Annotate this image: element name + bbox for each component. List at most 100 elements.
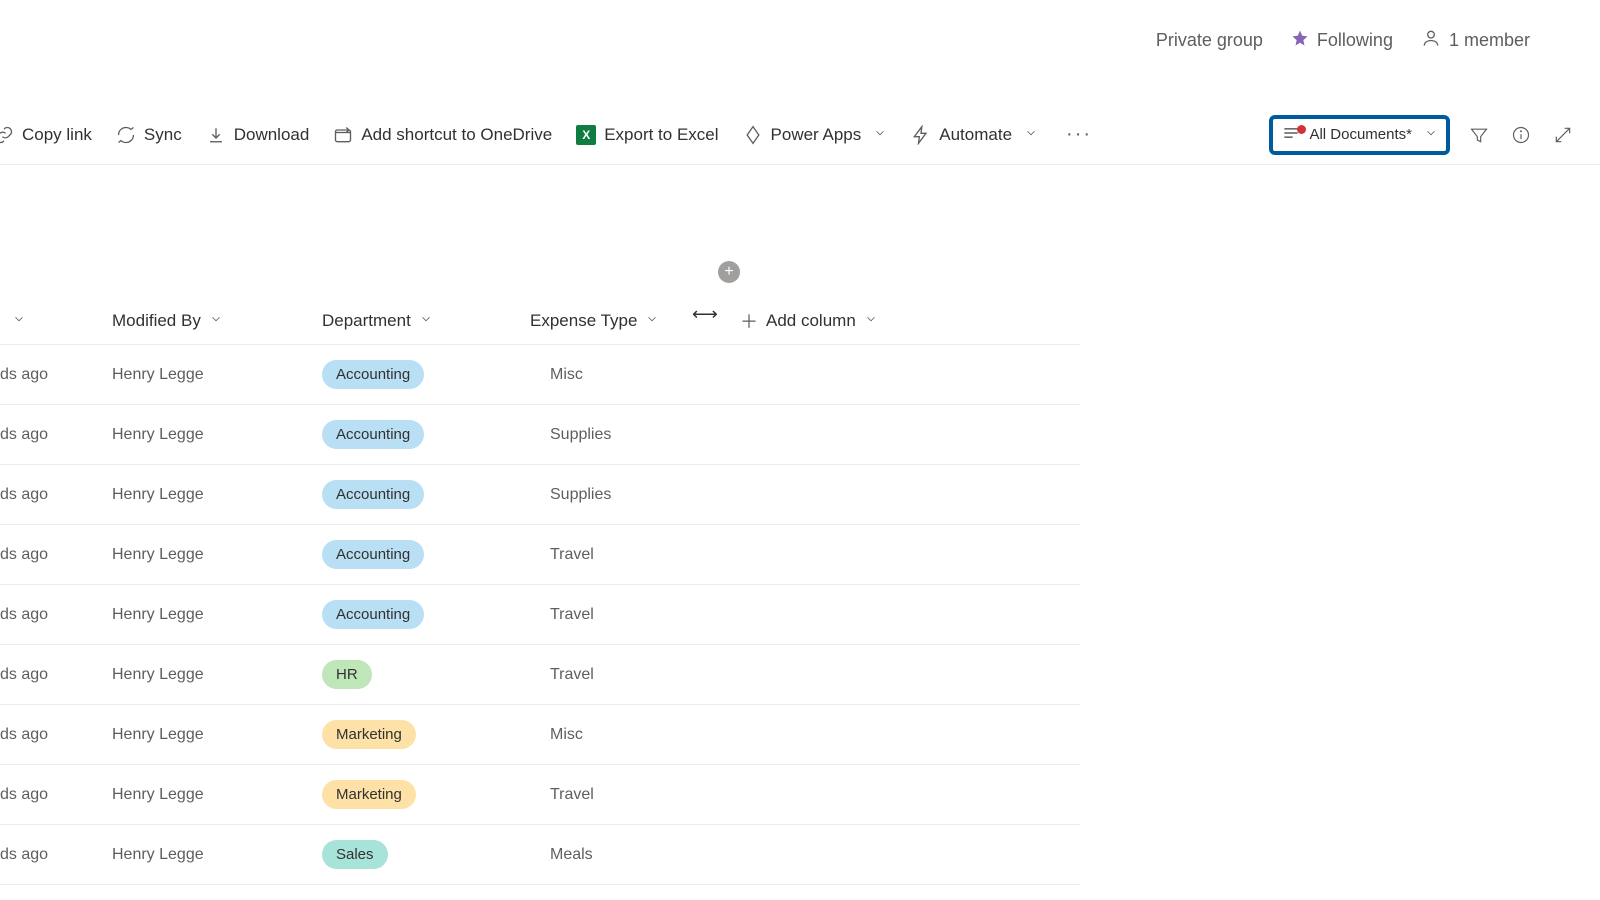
- column-header-modified-by[interactable]: Modified By: [112, 311, 223, 331]
- department-pill: Accounting: [322, 480, 424, 509]
- group-privacy: Private group: [1156, 30, 1263, 51]
- table-row[interactable]: ds ago Henry Legge Accounting Misc: [0, 345, 1080, 405]
- cell-modified-by: Henry Legge: [112, 345, 204, 404]
- group-privacy-text: Private group: [1156, 30, 1263, 51]
- plus-icon: ＋: [740, 308, 758, 334]
- chevron-down-icon: [1424, 126, 1438, 144]
- cell-expense-type: Meals: [550, 825, 593, 884]
- command-bar: Copy link Sync Download Add shortcut to …: [0, 105, 1600, 165]
- following-label: Following: [1317, 30, 1393, 51]
- copy-link-label: Copy link: [22, 125, 92, 145]
- info-button[interactable]: [1510, 124, 1532, 146]
- document-rows: ds ago Henry Legge Accounting Misc ds ago Hen…: [0, 345, 1080, 885]
- chevron-down-icon: [873, 125, 887, 145]
- cell-department: Accounting: [322, 585, 424, 644]
- export-excel-button[interactable]: X Export to Excel: [576, 125, 718, 145]
- view-name-label: All Documents*: [1309, 126, 1412, 143]
- cell-modified: ds ago: [0, 825, 48, 884]
- excel-icon: X: [576, 125, 596, 145]
- cell-department: Accounting: [322, 405, 424, 464]
- cell-modified-by: Henry Legge: [112, 405, 204, 464]
- sync-icon: [116, 125, 136, 145]
- cell-modified: ds ago: [0, 585, 48, 644]
- download-label: Download: [234, 125, 310, 145]
- cell-modified: ds ago: [0, 705, 48, 764]
- cell-modified: ds ago: [0, 765, 48, 824]
- cell-expense-type: Misc: [550, 705, 583, 764]
- column-header-department[interactable]: Department: [322, 311, 433, 331]
- add-column-button[interactable]: ＋ Add column: [740, 308, 878, 334]
- department-pill: HR: [322, 660, 372, 689]
- person-icon: [1421, 28, 1441, 53]
- table-row[interactable]: ds ago Henry Legge Accounting Supplies: [0, 405, 1080, 465]
- command-bar-right: All Documents*: [1271, 105, 1574, 164]
- table-row[interactable]: ds agoHenry LeggeAccountingTravel: [0, 525, 1080, 585]
- power-apps-icon: [743, 125, 763, 145]
- expand-button[interactable]: [1552, 124, 1574, 146]
- department-pill: Accounting: [322, 600, 424, 629]
- cell-expense-type: Travel: [550, 585, 594, 644]
- cell-department: Marketing: [322, 765, 416, 824]
- cell-expense-type: Supplies: [550, 405, 611, 464]
- chevron-down-icon: [12, 311, 26, 331]
- insert-column-button[interactable]: +: [718, 261, 740, 283]
- onedrive-shortcut-icon: [333, 125, 353, 145]
- cell-department: Accounting: [322, 525, 424, 584]
- star-icon: [1291, 29, 1309, 52]
- cell-modified-by: Henry Legge: [112, 465, 204, 524]
- download-button[interactable]: Download: [206, 125, 310, 145]
- column-header-label: Department: [322, 311, 411, 331]
- column-header-partial[interactable]: [0, 311, 26, 331]
- column-header-label: Expense Type: [530, 311, 637, 331]
- department-pill: Sales: [322, 840, 388, 869]
- view-switcher-button[interactable]: All Documents*: [1271, 117, 1448, 153]
- cell-modified: ds ago: [0, 465, 48, 524]
- table-row[interactable]: ds agoHenry LeggeSalesMeals: [0, 825, 1080, 885]
- export-excel-label: Export to Excel: [604, 125, 718, 145]
- table-row[interactable]: ds agoHenry LeggeHRTravel: [0, 645, 1080, 705]
- add-column-label: Add column: [766, 311, 856, 331]
- following-button[interactable]: Following: [1291, 29, 1393, 52]
- table-row[interactable]: ds ago Henry Legge Marketing Misc: [0, 705, 1080, 765]
- cell-modified-by: Henry Legge: [112, 585, 204, 644]
- chevron-down-icon: [645, 311, 659, 331]
- automate-icon: [911, 125, 931, 145]
- link-icon: [0, 125, 14, 145]
- cell-department: HR: [322, 645, 372, 704]
- cell-expense-type: Travel: [550, 645, 594, 704]
- cell-modified-by: Henry Legge: [112, 525, 204, 584]
- cell-modified: ds ago: [0, 405, 48, 464]
- chevron-down-icon: [864, 311, 878, 331]
- cell-department: Accounting: [322, 345, 424, 404]
- group-info-bar: Private group Following 1 member: [1156, 28, 1530, 53]
- more-commands-button[interactable]: ···: [1062, 123, 1096, 146]
- department-pill: Marketing: [322, 720, 416, 749]
- automate-button[interactable]: Automate: [911, 125, 1038, 145]
- table-row[interactable]: ds agoHenry LeggeMarketingTravel: [0, 765, 1080, 825]
- command-bar-left: Copy link Sync Download Add shortcut to …: [0, 123, 1096, 146]
- cell-modified: ds ago: [0, 345, 48, 404]
- cell-modified: ds ago: [0, 525, 48, 584]
- sync-label: Sync: [144, 125, 182, 145]
- department-pill: Accounting: [322, 420, 424, 449]
- table-row[interactable]: ds ago Henry Legge Accounting Supplies: [0, 465, 1080, 525]
- cell-department: Marketing: [322, 705, 416, 764]
- automate-label: Automate: [939, 125, 1012, 145]
- power-apps-label: Power Apps: [771, 125, 862, 145]
- cell-expense-type: Misc: [550, 345, 583, 404]
- power-apps-button[interactable]: Power Apps: [743, 125, 888, 145]
- chevron-down-icon: [209, 311, 223, 331]
- sync-button[interactable]: Sync: [116, 125, 182, 145]
- department-pill: Accounting: [322, 540, 424, 569]
- members-button[interactable]: 1 member: [1421, 28, 1530, 53]
- column-header-expense-type[interactable]: Expense Type: [530, 311, 659, 331]
- add-shortcut-button[interactable]: Add shortcut to OneDrive: [333, 125, 552, 145]
- cell-expense-type: Supplies: [550, 465, 611, 524]
- cell-modified-by: Henry Legge: [112, 705, 204, 764]
- column-header-label: Modified By: [112, 311, 201, 331]
- chevron-down-icon: [1024, 125, 1038, 145]
- filter-button[interactable]: [1468, 124, 1490, 146]
- copy-link-button[interactable]: Copy link: [0, 125, 92, 145]
- table-row[interactable]: ds ago Henry Legge Accounting Travel: [0, 585, 1080, 645]
- cell-expense-type: Travel: [550, 765, 594, 824]
